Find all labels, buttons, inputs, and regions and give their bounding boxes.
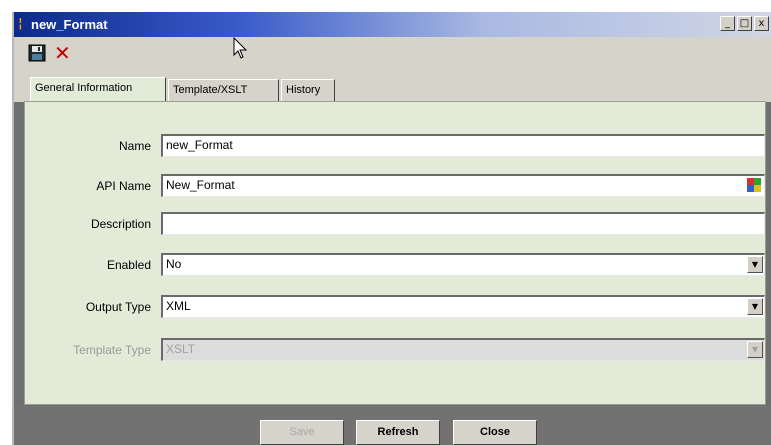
button-bar: Save Refresh Close [14, 406, 771, 445]
tab-template-xslt[interactable]: Template/XSLT [168, 79, 279, 101]
save-button[interactable]: Save [260, 420, 344, 445]
close-window-button[interactable]: x [754, 16, 769, 31]
refresh-button[interactable]: Refresh [356, 420, 440, 445]
app-icon: ¦ [18, 16, 23, 31]
chevron-down-icon[interactable]: ▼ [747, 298, 763, 315]
window-controls: _ □ x [720, 16, 769, 33]
maximize-button[interactable]: □ [737, 16, 752, 31]
description-row: Description [25, 212, 767, 238]
enabled-label: Enabled [106, 258, 151, 272]
toolbar: ✕ [14, 37, 771, 69]
output-type-select[interactable]: XML ▼ [161, 295, 765, 318]
close-button[interactable]: Close [453, 420, 537, 445]
delete-icon[interactable]: ✕ [54, 43, 72, 63]
template-type-select: XSLT ▼ [161, 338, 765, 361]
tab-strip: General Information Template/XSLT Histor… [14, 69, 771, 102]
output-type-row: Output Type XML ▼ [25, 295, 767, 321]
chevron-down-icon[interactable]: ▼ [747, 256, 763, 273]
template-type-value: XSLT [166, 342, 196, 356]
enabled-value: No [166, 257, 182, 271]
general-information-panel: Name new_Format API Name New_Format Desc… [24, 101, 766, 405]
api-name-field[interactable]: New_Format [161, 174, 765, 197]
tab-general-information[interactable]: General Information [30, 77, 166, 102]
chevron-down-icon: ▼ [747, 341, 763, 358]
name-field[interactable]: new_Format [161, 134, 765, 157]
description-field[interactable] [161, 212, 765, 235]
name-label: Name [118, 139, 151, 153]
format-window: ¦ new_Format _ □ x ✕ General Information… [12, 12, 771, 445]
lookup-icon[interactable] [747, 178, 761, 192]
mouse-cursor-icon [233, 37, 248, 59]
save-disk-icon[interactable] [28, 44, 46, 62]
enabled-row: Enabled No ▼ [25, 253, 767, 279]
minimize-button[interactable]: _ [720, 16, 735, 31]
api-name-row: API Name New_Format [25, 174, 767, 200]
template-type-label: Template Type [73, 343, 151, 357]
enabled-select[interactable]: No ▼ [161, 253, 765, 276]
tab-history[interactable]: History [281, 79, 335, 101]
api-name-label: API Name [96, 179, 151, 193]
output-type-label: Output Type [85, 300, 151, 314]
api-name-value: New_Format [166, 178, 235, 192]
template-type-row: Template Type XSLT ▼ [25, 338, 767, 364]
name-row: Name new_Format [25, 134, 767, 160]
title-bar[interactable]: ¦ new_Format _ □ x [14, 12, 771, 37]
output-type-value: XML [166, 299, 191, 313]
description-label: Description [90, 217, 151, 231]
window-title: new_Format [31, 17, 108, 32]
